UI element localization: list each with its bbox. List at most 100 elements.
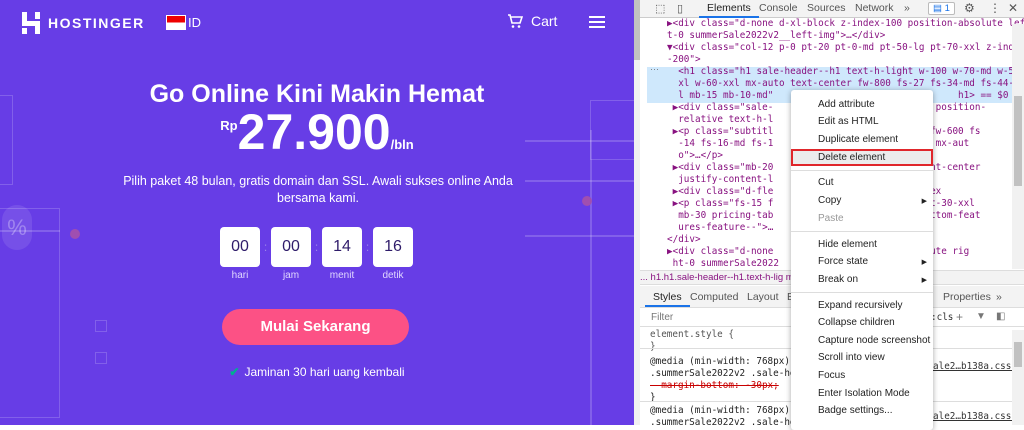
dom-node-line[interactable]: ht-0 summerSale2022 [667, 258, 779, 270]
tab-elements[interactable]: Elements [699, 2, 759, 18]
logo-text: HOSTINGER [48, 15, 145, 31]
dom-node-line[interactable]: -200"> [667, 54, 701, 66]
context-menu-item-scroll-into-view[interactable]: Scroll into view [818, 352, 885, 363]
dom-node-line[interactable]: relative text-h-l [667, 114, 773, 126]
source-link[interactable]: ale2…b138a.css:1 [933, 361, 1023, 373]
context-menu-item-force-state[interactable]: Force state [818, 256, 868, 267]
decor-dot [70, 229, 80, 239]
countdown-days: 00 hari [220, 227, 260, 281]
dom-node-line[interactable]: ▶<div class="d-none d-xl-block z-index-1… [667, 18, 1024, 30]
inspect-element-icon[interactable]: ⬚ [655, 2, 665, 15]
device-toolbar-icon[interactable]: ▯ [677, 2, 683, 15]
tab-network[interactable]: Network [855, 2, 894, 14]
dom-node-line[interactable]: ▼<div class="col-12 p-0 pt-20 pt-0-md pt… [667, 42, 1024, 54]
new-rule-icon[interactable]: + [956, 310, 963, 324]
hostinger-page: % HOSTINGER ID Cart Go Online Kini Makin… [0, 0, 634, 425]
style-rule-line[interactable]: } [650, 392, 656, 404]
hostinger-h-icon [22, 12, 40, 34]
style-rule-line[interactable]: @media (min-width: 768px) [650, 405, 790, 417]
tab-computed[interactable]: Computed [690, 291, 738, 303]
settings-gear-icon[interactable]: ⚙ [964, 1, 975, 15]
context-menu-item-hide-element[interactable]: Hide element [818, 239, 877, 250]
sidebar-toggle-icon[interactable]: ◧ [996, 311, 1005, 322]
decor-dot [582, 196, 592, 206]
context-menu-item-break-on[interactable]: Break on [818, 274, 858, 285]
indonesia-flag-icon [166, 15, 186, 30]
countdown-value: 14 [322, 227, 362, 267]
decor-line [525, 180, 634, 182]
context-menu-item-cut[interactable]: Cut [818, 177, 834, 188]
dom-node-line[interactable]: xl w-60-xxl mx-auto text-center fw-800 f… [667, 78, 1024, 90]
elements-scrollbar[interactable] [1012, 24, 1024, 269]
countdown-label: detik [382, 270, 404, 281]
hostinger-logo[interactable]: HOSTINGER [22, 12, 145, 34]
style-rule-line[interactable]: .summerSale2022v2 .sale-heade [650, 417, 812, 429]
submenu-arrow-icon: ▶ [921, 277, 927, 284]
context-menu-item-focus[interactable]: Focus [818, 370, 845, 381]
filter-input[interactable]: Filter [651, 312, 673, 323]
more-options-icon[interactable]: ⋮ [989, 1, 1001, 15]
context-menu-item-collapse-children[interactable]: Collapse children [818, 317, 895, 328]
decor-square [95, 352, 107, 364]
style-rule-line[interactable]: element.style { [650, 329, 734, 341]
dom-node-line[interactable]: </div> [667, 234, 701, 246]
more-style-tabs[interactable]: » [996, 291, 1002, 303]
language-selector[interactable]: ID [166, 15, 201, 30]
language-code: ID [188, 15, 201, 30]
style-rule-line[interactable]: .summerSale2022v2 .sale-heade [650, 368, 812, 380]
hamburger-menu-icon[interactable] [589, 16, 605, 28]
style-rule-line[interactable]: } [650, 341, 656, 353]
countdown-value: 00 [271, 227, 311, 267]
money-back-guarantee: ✔ Jaminan 30 hari uang kembali [0, 365, 634, 379]
menu-separator [791, 170, 933, 171]
countdown-separator: : [263, 240, 268, 254]
context-menu-item-copy[interactable]: Copy [818, 195, 841, 206]
countdown-label: hari [231, 270, 249, 281]
source-link[interactable]: ale2…b138a.css:1 [933, 411, 1023, 423]
dom-node-line[interactable]: ures-feature--">… [667, 222, 773, 234]
context-menu-item-capture-node-screenshot[interactable]: Capture node screenshot [818, 335, 930, 346]
context-menu-item-add-attribute[interactable]: Add attribute [818, 99, 875, 110]
issues-badge[interactable]: ▤ 1 [928, 2, 955, 15]
paint-icon[interactable]: ▼ [976, 311, 986, 322]
dom-node-line[interactable]: justify-content-l [667, 174, 773, 186]
close-icon[interactable]: ✕ [1008, 1, 1018, 15]
context-menu-item-edit-as-html[interactable]: Edit as HTML [818, 116, 879, 127]
context-menu-item-paste[interactable]: Paste [818, 213, 844, 224]
dom-node-line[interactable]: <h1 class="h1 sale-header--h1 text-h-lig… [667, 66, 1024, 78]
style-rule-line[interactable]: margin-bottom: -30px; [650, 380, 779, 392]
context-menu-item-badge-settings[interactable]: Badge settings... [818, 405, 893, 416]
countdown-separator: : [365, 240, 370, 254]
context-menu-item-enter-isolation-mode[interactable]: Enter Isolation Mode [818, 388, 910, 399]
context-menu-item-delete-element[interactable]: Delete element [818, 152, 885, 163]
countdown-seconds: 16 detik [373, 227, 413, 281]
tab-sources[interactable]: Sources [807, 2, 846, 14]
class-toggle[interactable]: :cls [931, 312, 953, 324]
context-menu: Add attribute Edit as HTML Duplicate eleme… [791, 90, 933, 430]
context-menu-item-duplicate-element[interactable]: Duplicate element [818, 134, 898, 145]
tab-console[interactable]: Console [759, 2, 798, 14]
cart-label: Cart [531, 13, 558, 29]
node-ellipsis-icon[interactable]: ··· [650, 64, 659, 74]
cart-icon [508, 14, 523, 28]
price-amount: 27.900 [237, 104, 391, 160]
style-rule-line[interactable]: @media (min-width: 768px) [650, 356, 790, 368]
cart-button[interactable]: Cart [507, 13, 557, 29]
check-icon: ✔ [229, 365, 240, 379]
start-now-button[interactable]: Mulai Sekarang [222, 309, 409, 345]
subtitle: Pilih paket 48 bulan, gratis domain dan … [123, 174, 513, 205]
guarantee-text: Jaminan 30 hari uang kembali [244, 365, 405, 379]
context-menu-item-expand-recursively[interactable]: Expand recursively [818, 300, 902, 311]
countdown-timer: 00 hari : 00 jam : 14 menit : 16 detik [220, 227, 413, 281]
countdown-value: 16 [373, 227, 413, 267]
dom-node-line[interactable]: o">…</p> [667, 150, 723, 162]
styles-scrollbar[interactable] [1012, 330, 1024, 425]
decor-line [525, 235, 634, 237]
tab-properties[interactable]: Properties [943, 291, 991, 303]
more-tabs-button[interactable]: » [904, 2, 910, 14]
dom-node-line[interactable]: t-0 summerSale2022v2__left-img">…</div> [667, 30, 885, 42]
tab-layout[interactable]: Layout [747, 291, 779, 303]
tab-styles[interactable]: Styles [645, 291, 690, 307]
percent-icon: % [2, 205, 32, 250]
countdown-label: menit [329, 270, 355, 281]
